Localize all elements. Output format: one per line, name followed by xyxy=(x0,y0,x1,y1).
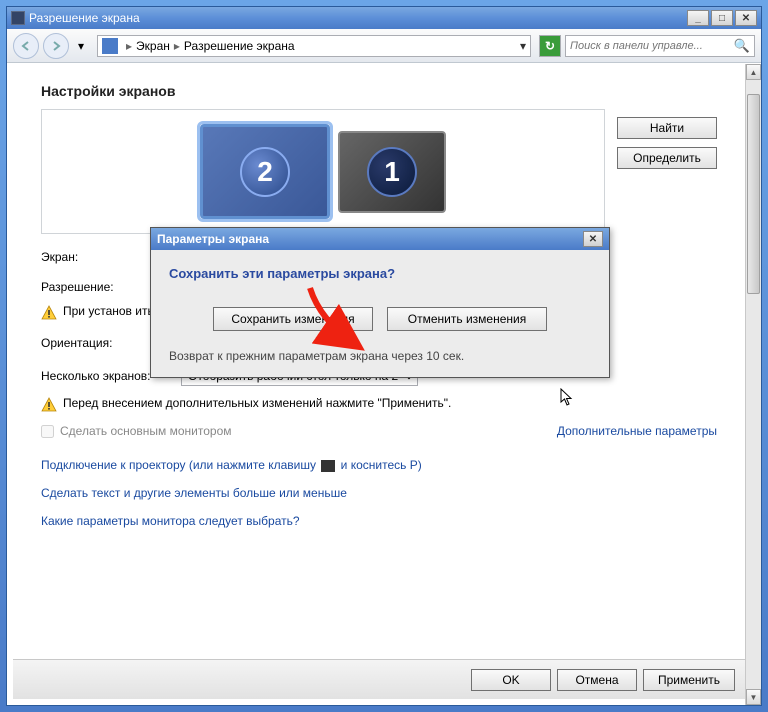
app-icon xyxy=(11,11,25,25)
vertical-scrollbar[interactable]: ▲ ▼ xyxy=(745,64,761,705)
monitors-preview[interactable]: 2 1 xyxy=(41,109,605,234)
monitor-1-badge: 1 xyxy=(367,147,417,197)
monitor-1[interactable]: 1 xyxy=(338,131,446,213)
apply-button[interactable]: Применить xyxy=(643,669,735,691)
dialog-close-button[interactable]: ✕ xyxy=(583,231,603,247)
dialog-question: Сохранить эти параметры экрана? xyxy=(169,266,591,281)
control-panel-icon xyxy=(102,38,118,54)
find-button[interactable]: Найти xyxy=(617,117,717,139)
breadcrumb-item-1[interactable]: Экран xyxy=(136,39,170,53)
breadcrumb-sep: ▸ xyxy=(174,39,180,53)
monitor-2[interactable]: 2 xyxy=(200,124,330,219)
dialog-title: Параметры экрана xyxy=(157,232,269,246)
windows-key-icon xyxy=(321,460,335,472)
save-changes-button[interactable]: Сохранить изменения xyxy=(213,307,373,331)
dialog-countdown: Возврат к прежним параметрам экрана чере… xyxy=(169,349,591,363)
confirm-dialog: Параметры экрана ✕ Сохранить эти парамет… xyxy=(150,227,610,378)
scroll-thumb[interactable] xyxy=(747,94,760,294)
footer: OK Отмена Применить xyxy=(13,659,745,699)
maximize-button[interactable]: □ xyxy=(711,10,733,26)
revert-changes-button[interactable]: Отменить изменения xyxy=(387,307,547,331)
scroll-down-button[interactable]: ▼ xyxy=(746,689,761,705)
identify-button[interactable]: Определить xyxy=(617,147,717,169)
minimize-button[interactable]: _ xyxy=(687,10,709,26)
dialog-titlebar[interactable]: Параметры экрана ✕ xyxy=(151,228,609,250)
help-links: Подключение к проектору (или нажмите кла… xyxy=(41,458,717,528)
cancel-button[interactable]: Отмена xyxy=(557,669,637,691)
close-button[interactable]: ✕ xyxy=(735,10,757,26)
scroll-up-button[interactable]: ▲ xyxy=(746,64,761,80)
ok-button[interactable]: OK xyxy=(471,669,551,691)
window-title: Разрешение экрана xyxy=(29,11,140,25)
breadcrumb[interactable]: ▸ Экран ▸ Разрешение экрана ▾ xyxy=(97,35,531,57)
advanced-settings-link[interactable]: Дополнительные параметры xyxy=(557,424,717,438)
warning-icon xyxy=(41,397,57,412)
refresh-button[interactable]: ↻ xyxy=(539,35,561,57)
breadcrumb-dropdown[interactable]: ▾ xyxy=(520,39,526,53)
forward-button[interactable] xyxy=(43,33,69,59)
page-heading: Настройки экранов xyxy=(41,83,717,99)
search-box[interactable]: 🔍 xyxy=(565,35,755,57)
breadcrumb-sep: ▸ xyxy=(126,39,132,53)
warning-icon xyxy=(41,305,57,320)
search-icon[interactable]: 🔍 xyxy=(734,38,750,54)
primary-monitor-checkbox xyxy=(41,425,54,438)
back-button[interactable] xyxy=(13,33,39,59)
warning-text-2: Перед внесением дополнительных изменений… xyxy=(63,396,451,410)
link-text-size[interactable]: Сделать текст и другие элементы больше и… xyxy=(41,486,717,500)
breadcrumb-item-2[interactable]: Разрешение экрана xyxy=(184,39,295,53)
primary-monitor-label: Сделать основным монитором xyxy=(60,424,232,438)
link-projector[interactable]: Подключение к проектору (или нажмите кла… xyxy=(41,458,717,472)
monitor-2-badge: 2 xyxy=(240,147,290,197)
toolbar: ▾ ▸ Экран ▸ Разрешение экрана ▾ ↻ 🔍 xyxy=(7,29,761,63)
search-input[interactable] xyxy=(570,40,730,52)
history-dropdown[interactable]: ▾ xyxy=(73,36,89,56)
titlebar[interactable]: Разрешение экрана _ □ ✕ xyxy=(7,7,761,29)
link-monitor-params[interactable]: Какие параметры монитора следует выбрать… xyxy=(41,514,717,528)
